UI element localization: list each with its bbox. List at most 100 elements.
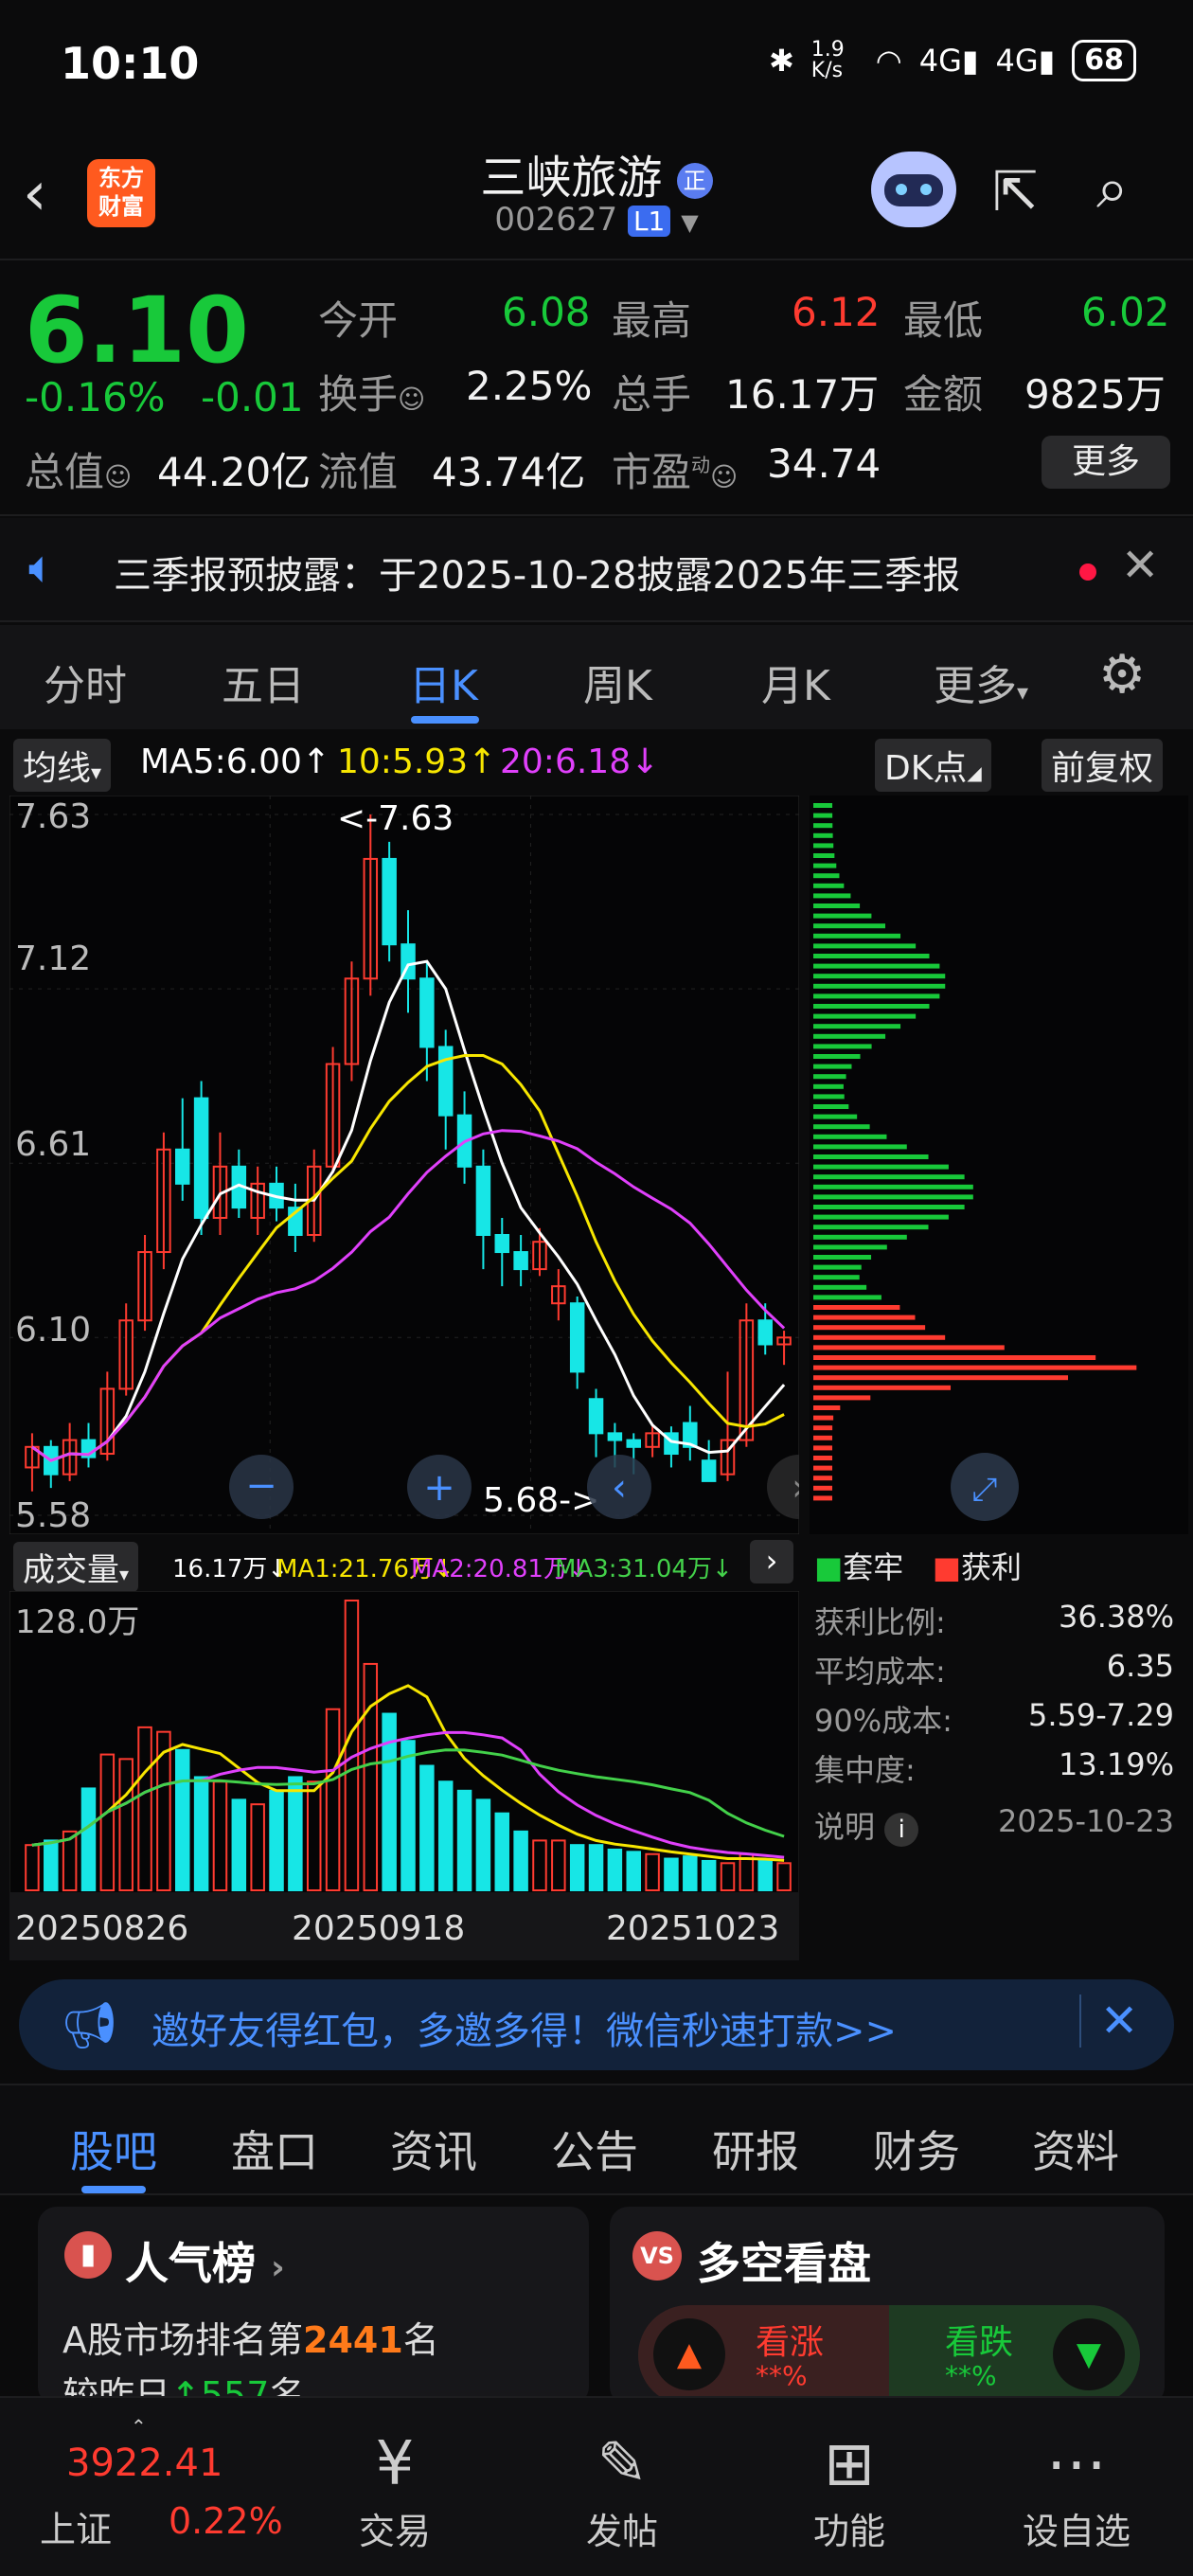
close-icon[interactable]: ✕ (1100, 1995, 1138, 2048)
turnover-value: 2.25% (466, 363, 593, 409)
low-annotation: 5.68-> (483, 1481, 599, 1520)
ma-selector[interactable]: 均线▾ (13, 739, 112, 792)
note-label-text: 说明 (814, 1809, 876, 1845)
candle-body (475, 1165, 491, 1236)
chip-bar (813, 1074, 846, 1080)
zoom-in-button[interactable]: + (407, 1455, 472, 1519)
info-icon[interactable]: ☺ (104, 461, 132, 492)
change-percent: -0.16% (25, 374, 166, 420)
kline-chart[interactable]: 7.63 7.12 6.61 6.10 5.58 <-7.63 5.68-> −… (9, 796, 799, 1534)
ma-bar: 均线▾ MA5:6.00↑ 10:5.93↑ 20:6.18↓ DK点◢ 前复权 (0, 735, 1193, 792)
adjust-button[interactable]: 前复权 (1042, 739, 1164, 792)
dropdown-icon: ▾ (91, 761, 102, 785)
chip-bar (813, 1244, 887, 1250)
tab-more-label: 更多 (934, 662, 1017, 710)
tab-research[interactable]: 研报 (712, 2118, 799, 2180)
chip-bar (813, 823, 833, 829)
notice-bar[interactable]: 🔈︎ 三季报预披露：于2025-10-28披露2025年三季报 ✕ (0, 518, 1193, 622)
chip-distribution-chart[interactable]: ⤢ (810, 796, 1188, 1534)
chip-bar (813, 974, 946, 979)
rank-number: 2441 (303, 2319, 403, 2361)
network-speed: 1.9 K/s (810, 38, 845, 82)
chevron-right-icon: › (271, 2248, 285, 2287)
rank-title-text: 人气榜 (125, 2238, 256, 2289)
close-icon[interactable]: ✕ (1121, 539, 1159, 592)
active-tab-indicator (411, 716, 479, 724)
dropdown-icon: ▾ (1017, 679, 1029, 706)
index-name: 上证 (40, 2509, 113, 2550)
chip-bar (813, 1214, 949, 1220)
open-value: 6.08 (502, 289, 591, 335)
nav-add-watchlist-label: 设自选 (1022, 2511, 1131, 2552)
info-icon: i (884, 1813, 919, 1847)
index-ticker[interactable]: ⌃ 3922.41 上证 0.22% (27, 2415, 283, 2567)
tab-weekly-k[interactable]: 周K (583, 652, 652, 712)
chip-bar (813, 1405, 841, 1410)
chip-bar (813, 1385, 952, 1390)
scroll-left-button[interactable]: ‹ (587, 1455, 651, 1519)
down-arrow-icon[interactable]: ▼ (1053, 2318, 1125, 2390)
chip-bar (813, 1415, 834, 1421)
svg-text:+: + (423, 1466, 455, 1510)
y-tick: 6.61 (15, 1125, 91, 1164)
expand-button[interactable]: ⤢ (951, 1453, 1019, 1521)
stat-row: 集中度: 13.19% (814, 1746, 1174, 1796)
chip-bar (813, 1435, 833, 1440)
current-price: 6.10 (25, 277, 249, 384)
tab-intraday[interactable]: 分时 (44, 652, 127, 712)
volume-bar (231, 1798, 247, 1891)
invite-banner[interactable]: 📢︎ 邀好友得红包，多邀多得！微信秒速打款>> ✕ (19, 1979, 1174, 2070)
tab-five-day[interactable]: 五日 (222, 652, 305, 712)
expand-right-icon[interactable]: › (750, 1540, 793, 1583)
gear-icon[interactable]: ⚙ (1098, 644, 1146, 706)
rank-line: A股市场排名第2441名 (62, 2311, 439, 2363)
tab-more[interactable]: 更多▾ (934, 652, 1028, 712)
tab-monthly-k[interactable]: 月K (761, 652, 830, 712)
chip-legend: ■套牢 ■获利 (814, 1544, 1174, 1593)
robot-assistant-icon[interactable] (871, 152, 956, 227)
chip-bar (813, 1456, 833, 1460)
tab-news[interactable]: 资讯 (390, 2118, 477, 2180)
share-icon[interactable]: ⇱ (992, 159, 1039, 224)
dk-point-button[interactable]: DK点◢ (875, 739, 991, 792)
stat-row: 平均成本: 6.35 (814, 1648, 1174, 1697)
info-icon[interactable]: ☺ (398, 384, 425, 415)
chart-tabs: 分时 五日 日K 周K 月K 更多▾ ⚙ (0, 625, 1193, 729)
volume-bar (701, 1859, 717, 1891)
tab-daily-k[interactable]: 日K (409, 652, 478, 712)
search-icon[interactable]: ⌕ (1096, 155, 1129, 222)
tab-pankou[interactable]: 盘口 (231, 2118, 318, 2180)
popularity-card[interactable]: ▮ 人气榜 › A股市场排名第2441名 较昨日↑557名 (38, 2207, 589, 2406)
corner-icon: ◢ (967, 761, 982, 784)
nav-functions[interactable]: ⊞ 功能 (778, 2426, 920, 2554)
zoom-out-button[interactable]: − (229, 1455, 294, 1519)
chip-note[interactable]: 说明 i 2025-10-23 (814, 1803, 1174, 1852)
status-bar: 10:10 ✱ 1.9 K/s ◠ 4G▮ 4G▮ 68 (0, 0, 1193, 133)
tab-profile[interactable]: 资料 (1032, 2118, 1119, 2180)
stat-label: 获利比例: (814, 1604, 946, 1640)
x-label: 20250918 (292, 1909, 465, 1948)
volume-bar (175, 1748, 190, 1891)
tab-finance[interactable]: 财务 (873, 2118, 960, 2180)
y-tick: 5.58 (15, 1496, 91, 1534)
chip-bar (813, 903, 861, 908)
chip-bar (813, 993, 940, 999)
info-icon[interactable]: ☺ (710, 461, 738, 492)
more-button[interactable]: 更多 (1042, 436, 1170, 489)
chip-bar (813, 1465, 832, 1471)
volume-bar (419, 1764, 435, 1891)
up-arrow-icon[interactable]: ▲ (653, 2318, 725, 2390)
nav-add-watchlist[interactable]: ⋯ 设自选 (1006, 2426, 1148, 2554)
tab-guba[interactable]: 股吧 (70, 2118, 157, 2180)
chip-bar (813, 1355, 1096, 1360)
bull-bear-card[interactable]: VS 多空看盘 ▲ 看涨 **% 看跌 **% ▼ (610, 2207, 1165, 2406)
nav-trade[interactable]: ¥ 交易 (324, 2426, 466, 2554)
nav-post[interactable]: ✎ 发帖 (551, 2426, 693, 2554)
candle-body (757, 1319, 773, 1346)
tab-announcements[interactable]: 公告 (551, 2118, 638, 2180)
chip-bar (813, 1154, 929, 1159)
volume-bar (569, 1844, 585, 1891)
battery-icon: 68 (1072, 40, 1136, 81)
volume-chart[interactable]: 128.0万 20250826 20250918 20251023 (9, 1591, 799, 1960)
volume-selector[interactable]: 成交量▾ (13, 1542, 139, 1592)
